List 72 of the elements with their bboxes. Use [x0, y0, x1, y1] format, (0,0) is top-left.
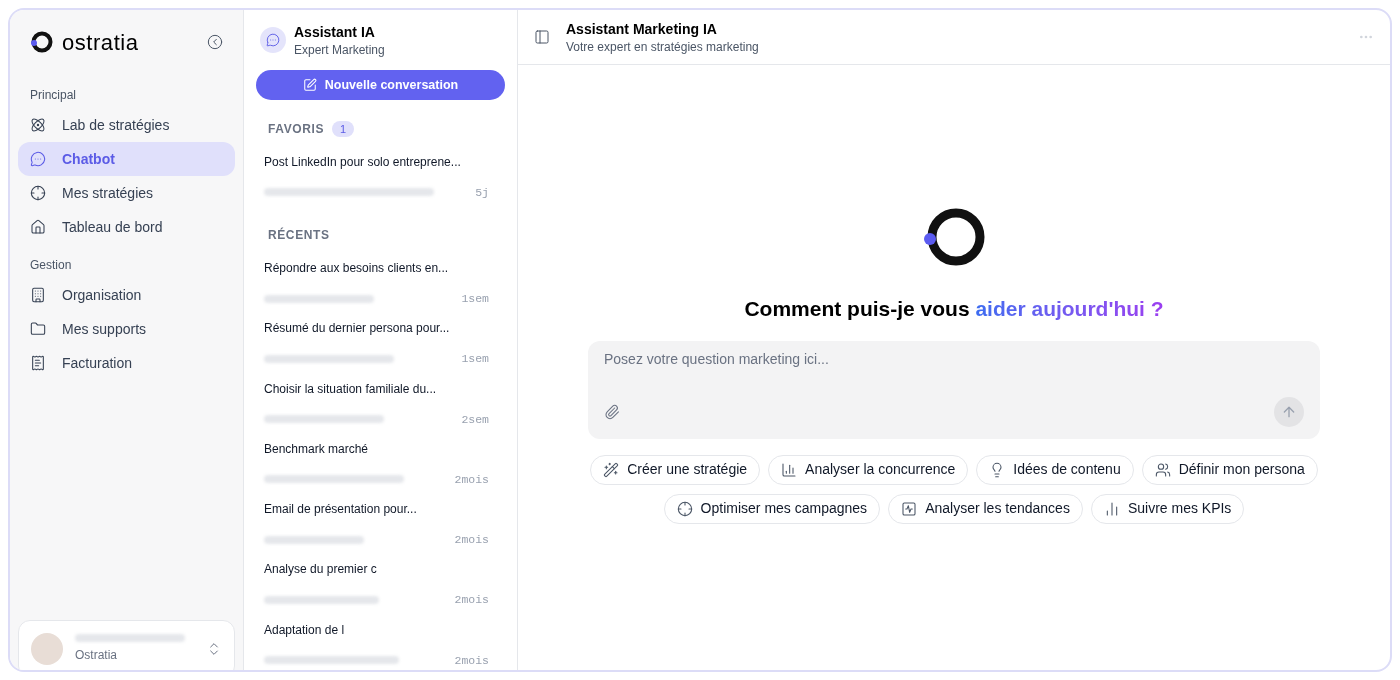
suggestion-chip[interactable]: Suivre mes KPIs — [1090, 493, 1245, 524]
panel-toggle-icon[interactable] — [534, 29, 550, 45]
nav-item[interactable]: Organisation — [18, 278, 235, 312]
conversation-time: 2mois — [454, 532, 489, 549]
building-icon — [30, 287, 46, 303]
conversation-title: Analyse du premier c — [264, 561, 378, 579]
trend-icon — [901, 500, 918, 517]
suggestion-chip[interactable]: Idées de contenu — [976, 454, 1134, 485]
assistant-subtitle: Expert Marketing — [294, 42, 385, 58]
avatar — [31, 633, 63, 665]
welcome-heading: Comment puis-je vous aider aujourd'hui ? — [744, 296, 1164, 322]
conversation-title: Choisir la situation familiale du... — [264, 380, 438, 398]
conversation-time: 1sem — [461, 291, 489, 308]
section-title: Principal — [29, 87, 78, 104]
conversation-item[interactable]: Post LinkedIn pour solo entreprene... 5j — [256, 145, 505, 207]
suggestion-chip[interactable]: Définir mon persona — [1141, 454, 1318, 485]
nav-item[interactable]: Mes supports — [18, 312, 235, 346]
new-conversation-button[interactable]: Nouvelle conversation — [256, 70, 505, 100]
wand-icon — [603, 461, 620, 478]
atom-icon — [30, 117, 46, 133]
conversation-item[interactable]: Adaptation de l 2mois — [256, 613, 505, 670]
edit-icon — [302, 77, 317, 92]
conversation-time: 2mois — [454, 592, 489, 609]
receipt-icon — [30, 355, 46, 371]
conversation-item[interactable]: Benchmark marché 2mois — [256, 432, 505, 494]
conversation-title: Email de présentation pour... — [264, 501, 418, 519]
conversation-item[interactable]: Résumé du dernier persona pour... 1sem — [256, 312, 505, 373]
chat-subtitle: Votre expert en stratégies marketing — [566, 39, 760, 55]
conversation-time: 2sem — [461, 411, 489, 428]
nav-item[interactable]: Facturation — [18, 346, 235, 380]
collapse-icon[interactable] — [207, 34, 223, 50]
organization-name: Ostratia — [75, 647, 118, 664]
nav-item[interactable]: Tableau de bord — [18, 210, 235, 244]
conversation-time: 1sem — [461, 351, 489, 368]
crosshair-icon — [676, 500, 693, 517]
chat-icon — [266, 33, 280, 47]
chat-icon — [30, 151, 46, 167]
nav-item[interactable]: Mes stratégies — [18, 176, 235, 210]
conversation-time: 5j — [475, 184, 489, 201]
chat-title: Assistant Marketing IA — [566, 20, 718, 39]
conversation-title: Répondre aux besoins clients en... — [264, 260, 450, 278]
conversation-time: 2mois — [454, 652, 489, 669]
count-badge: 1 — [332, 120, 355, 138]
conversation-title: Résumé du dernier persona pour... — [264, 320, 451, 338]
brand-name: ostratia — [62, 28, 139, 57]
group-title: RÉCENTS — [268, 226, 330, 245]
folder-icon — [30, 321, 46, 337]
bar-chart-icon — [781, 461, 798, 478]
crosshair-icon — [30, 185, 46, 201]
paperclip-icon[interactable] — [604, 403, 620, 420]
suggestion-chip[interactable]: Optimiser mes campagnes — [663, 493, 881, 524]
conversation-item[interactable]: Analyse du premier c 2mois — [256, 553, 505, 614]
users-icon — [1154, 461, 1171, 478]
logo-icon — [30, 30, 54, 54]
conversation-item[interactable]: Choisir la situation familiale du... 2sem — [256, 372, 505, 433]
conversation-title: Benchmark marché — [264, 440, 370, 458]
suggestion-chip[interactable]: Analyser la concurrence — [768, 454, 969, 485]
message-input[interactable]: Posez votre question marketing ici... — [604, 348, 1304, 370]
nav-item[interactable]: Chatbot — [18, 142, 235, 176]
nav-item[interactable]: Lab de stratégies — [18, 108, 235, 142]
house-icon — [30, 219, 46, 235]
conversation-title: Post LinkedIn pour solo entreprene... — [264, 153, 462, 171]
assistant-title: Assistant IA — [294, 23, 376, 42]
conversation-item[interactable]: Répondre aux besoins clients en... 1sem — [256, 252, 505, 313]
group-title: FAVORIS — [268, 120, 324, 138]
suggestion-chip[interactable]: Créer une stratégie — [590, 454, 761, 485]
conversation-item[interactable]: Email de présentation pour... 2mois — [256, 493, 505, 554]
suggestion-chip[interactable]: Analyser les tendances — [888, 493, 1083, 524]
conversation-time: 2mois — [454, 471, 489, 488]
section-title: Gestion — [29, 257, 73, 274]
conversation-title: Adaptation de l — [264, 621, 346, 639]
user-card[interactable]: Ostratia — [18, 620, 235, 670]
